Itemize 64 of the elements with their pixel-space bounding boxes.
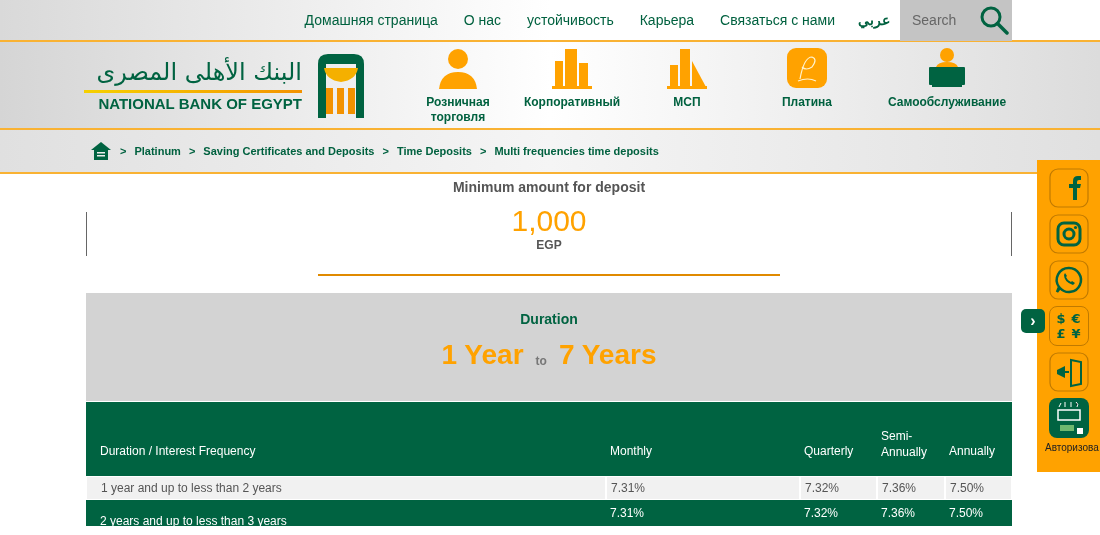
- category-label: Самообслуживание: [887, 95, 1007, 110]
- home-icon[interactable]: [90, 141, 112, 161]
- column-header: Duration / Interest Frequency: [99, 443, 257, 460]
- column-header: Quarterly: [803, 443, 855, 460]
- table-cell-text: 7.31%: [609, 505, 646, 522]
- nbe-net-icon[interactable]: [1048, 398, 1089, 438]
- currency-label: EGP: [536, 237, 562, 254]
- sidebar-toggle[interactable]: ›: [1021, 309, 1045, 333]
- language-link[interactable]: عربي: [848, 9, 900, 31]
- table-cell: 7.50%: [945, 476, 1012, 500]
- facebook-icon[interactable]: [1048, 168, 1089, 208]
- tower-icon: [666, 47, 708, 89]
- duration-joiner: to: [535, 353, 547, 370]
- column-header: Annually: [948, 443, 997, 460]
- table-cell: 7.36%: [877, 476, 945, 500]
- table-cell-text: 2 years and up to less than 3 years: [99, 513, 288, 530]
- nav-link[interactable]: Связаться с нами: [707, 9, 848, 31]
- category-label: МСП: [673, 95, 701, 110]
- column-header: Monthly: [609, 443, 654, 460]
- category-link[interactable]: Корпоративный: [502, 47, 642, 110]
- breadcrumb-link[interactable]: Time Deposits: [396, 142, 472, 160]
- category-label: Корпоративный: [523, 95, 621, 110]
- logo-english-text: NATIONAL BANK OF EGYPT: [98, 94, 302, 115]
- table-cell-text: 7.50%: [948, 505, 985, 522]
- nav-link[interactable]: устойчивость: [514, 9, 627, 31]
- table-cell: 1 year and up to less than 2 years: [86, 476, 606, 500]
- breadcrumb-separator: >: [120, 143, 127, 159]
- category-link[interactable]: Платина: [732, 47, 882, 110]
- person-icon: [437, 47, 479, 89]
- search-field[interactable]: Search: [900, 0, 976, 41]
- instagram-icon[interactable]: [1048, 214, 1089, 254]
- breadcrumb-separator: >: [188, 143, 196, 159]
- nav-link[interactable]: Карьера: [626, 9, 708, 31]
- column-header: Semi-Annually: [880, 428, 929, 460]
- search-button[interactable]: [976, 0, 1012, 41]
- nav-link[interactable]: Домашняя страница: [291, 9, 451, 31]
- table-cell: 7.31%: [606, 476, 800, 500]
- breadcrumb-separator: >: [382, 143, 389, 159]
- breadcrumb-separator: >: [479, 143, 487, 159]
- category-link[interactable]: МСП: [642, 47, 732, 110]
- nav-link[interactable]: О нас: [450, 9, 515, 31]
- category-label: Платина: [781, 95, 833, 110]
- exit-door-icon[interactable]: [1048, 352, 1089, 392]
- currency-button[interactable]: $ € £ ¥: [1048, 306, 1089, 346]
- login-label: Авторизова: [1044, 441, 1099, 455]
- table-cell: 7.32%: [800, 476, 877, 500]
- category-label: Розничная торговля: [425, 95, 491, 125]
- breadcrumb-link[interactable]: Platinum: [134, 142, 181, 160]
- breadcrumb-link[interactable]: Saving Certificates and Deposits: [203, 142, 375, 160]
- amount-value: 1,000: [511, 206, 587, 236]
- category-link[interactable]: Розничная торговля: [414, 47, 502, 125]
- category-link[interactable]: Самообслуживание: [882, 47, 1012, 110]
- table-cell-text: 7.32%: [803, 505, 840, 522]
- laptop-user-icon: [926, 47, 968, 89]
- breadcrumb-link[interactable]: Multi frequencies time deposits: [494, 142, 659, 160]
- duration-title: Duration: [520, 310, 578, 329]
- platinum-icon: [786, 47, 828, 89]
- duration-to: 7 Years: [558, 338, 657, 372]
- minimum-title: Minimum amount for deposit: [451, 178, 647, 197]
- duration-from: 1 Year: [441, 338, 524, 372]
- whatsapp-icon[interactable]: [1048, 260, 1089, 300]
- logo-arabic-text: البنك الأهلى المصرى: [96, 56, 302, 89]
- buildings-icon: [551, 47, 593, 89]
- table-cell-text: 7.36%: [880, 505, 917, 522]
